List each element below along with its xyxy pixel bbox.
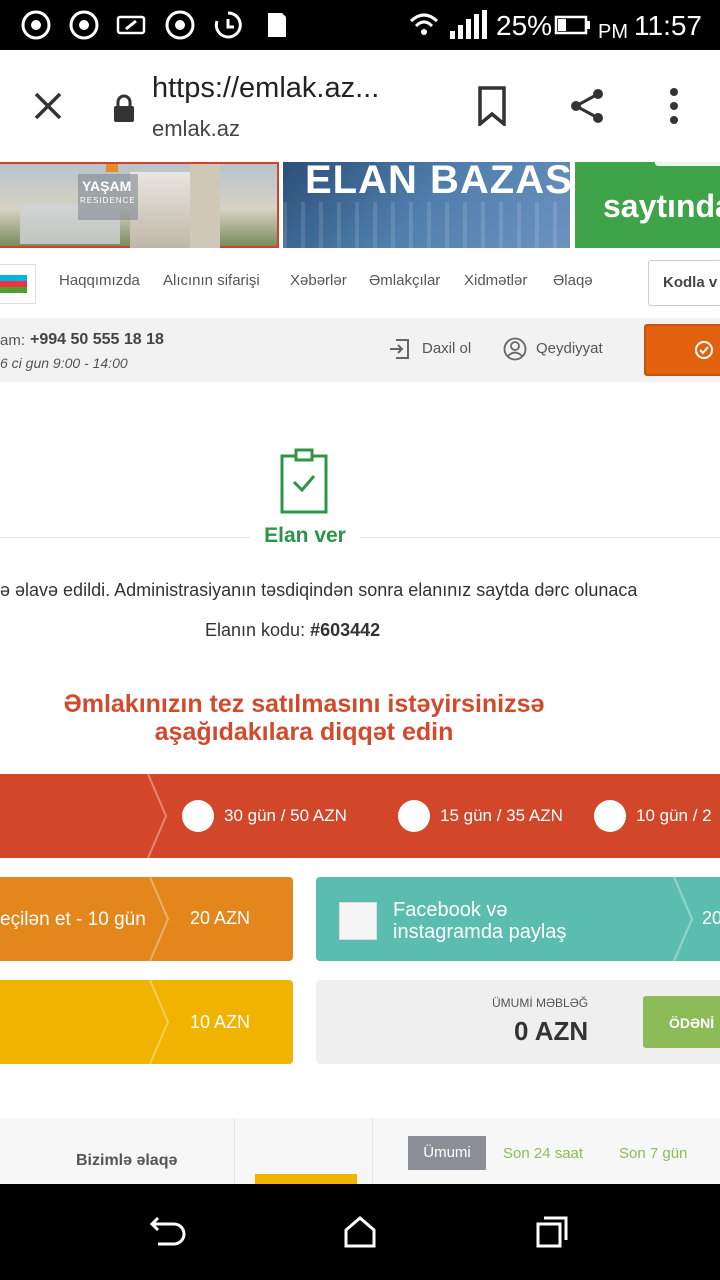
url-text[interactable]: https://emlak.az... <box>152 72 379 105</box>
menu-dots-icon[interactable] <box>664 86 684 126</box>
nav-buyer-order[interactable]: Alıcının sifarişi <box>163 272 260 289</box>
tab-general[interactable]: Ümumi <box>408 1136 486 1170</box>
promo-heading-line2: aşağıdakılara diqqət edin <box>154 718 454 746</box>
status-bar: 25% PM 11:57 <box>0 0 720 50</box>
banner-title: ELAN BAZASI <box>305 162 585 202</box>
info-bar: am: +994 50 555 18 18 6 ci gun 9:00 - 14… <box>0 318 720 382</box>
total-label: ÜMUMİ MƏBLƏĞ <box>492 996 589 1010</box>
vip-option-10-radio[interactable] <box>594 800 626 832</box>
clock-ampm: PM <box>598 21 628 43</box>
chevron-divider <box>149 980 170 1064</box>
banner-strip: YAŞAM RESIDENCE ELAN BAZASI saytında <box>0 162 720 250</box>
pay-button[interactable]: ÖDƏNİ <box>643 996 720 1048</box>
banner-elan-bazasi[interactable]: ELAN BAZASI <box>283 162 584 248</box>
banner-brand: YAŞAM <box>82 178 132 194</box>
footer-yellow-box <box>255 1174 357 1184</box>
chrome-icon <box>165 10 195 40</box>
lock-icon <box>114 94 134 122</box>
domain-text: emlak.az <box>152 116 241 141</box>
nav-services[interactable]: Xidmətlər <box>464 272 527 289</box>
footer: Bizimlə əlaqə Ümumi Son 24 saat Son 7 gü… <box>0 1118 720 1184</box>
footer-divider <box>372 1118 373 1184</box>
home-icon[interactable] <box>342 1214 378 1250</box>
social-price: 20 <box>702 908 720 928</box>
clock-time: 11:57 <box>634 10 702 41</box>
chevron-divider <box>149 877 170 961</box>
featured-label: eçilən et - 10 gün <box>0 909 146 930</box>
vip-band: 30 gün / 50 AZN 15 gün / 35 AZN 10 gün /… <box>0 774 720 858</box>
pay-button-label: ÖDƏNİ <box>669 1015 715 1031</box>
banner-green-text: saytında <box>603 188 720 224</box>
total-value: 0 AZN <box>514 1016 589 1046</box>
code-search-input[interactable]: Kodla v <box>648 260 720 306</box>
vip-option-30[interactable]: 30 gün / 50 AZN <box>224 806 347 826</box>
code-search-placeholder: Kodla v <box>663 274 718 291</box>
bookmark-icon[interactable] <box>476 86 508 126</box>
total-box: ÜMUMİ MƏBLƏĞ 0 AZN ÖDƏNİ <box>316 980 720 1064</box>
back-icon[interactable] <box>148 1214 188 1250</box>
clipboard-check-icon <box>280 448 328 514</box>
sd-card-icon <box>268 13 286 37</box>
chrome-icon <box>69 10 99 40</box>
success-message: ə əlavə edildi. Administrasiyanın təsdiq… <box>0 580 638 600</box>
vip-option-15[interactable]: 15 gün / 35 AZN <box>440 806 563 826</box>
language-switch[interactable] <box>0 264 36 304</box>
social-label-line1: Facebook və <box>393 899 508 921</box>
phone-number[interactable]: +994 50 555 18 18 <box>30 331 164 349</box>
nav-news[interactable]: Xəbərlər <box>290 272 347 289</box>
yellow-band[interactable]: 10 AZN <box>0 980 293 1064</box>
system-nav-bar <box>0 1184 720 1280</box>
social-label-line2: instagramda paylaş <box>393 921 567 943</box>
tab-general-label: Ümumi <box>423 1144 471 1161</box>
social-checkbox[interactable] <box>339 902 377 940</box>
login-link[interactable]: Daxil ol <box>422 340 471 357</box>
signal-icon <box>450 10 487 39</box>
share-icon[interactable] <box>568 86 608 126</box>
wifi-icon <box>409 13 439 35</box>
working-hours: 6 ci gun 9:00 - 14:00 <box>0 355 128 371</box>
vip-option-15-radio[interactable] <box>398 800 430 832</box>
vip-option-10[interactable]: 10 gün / 2 <box>636 806 712 826</box>
success-title: Elan ver <box>264 524 346 547</box>
user-icon <box>503 337 527 361</box>
contact-title: Bizimlə əlaqə <box>76 1152 178 1169</box>
banner-green[interactable]: saytında <box>575 162 720 248</box>
chrome-icon <box>21 10 51 40</box>
ad-code-label: Elanın kodu: <box>205 620 306 640</box>
nav-contact[interactable]: Əlaqə <box>553 272 593 289</box>
sync-icon <box>214 11 242 39</box>
chevron-divider <box>673 877 694 961</box>
ad-code-row: Elanın kodu: #603442 <box>205 620 380 641</box>
banner-brand-sub: RESIDENCE <box>80 196 136 205</box>
phone-prefix: am: <box>0 332 26 349</box>
tab-last-7d[interactable]: Son 7 gün <box>619 1145 687 1162</box>
ad-code-value: #603442 <box>310 620 381 640</box>
nav-about[interactable]: Haqqımızda <box>59 272 140 289</box>
chevron-divider <box>147 774 168 858</box>
divider-left <box>0 537 250 538</box>
post-ad-button[interactable] <box>644 324 720 376</box>
check-circle-icon <box>695 341 713 359</box>
nav-agents[interactable]: Əmlakçılar <box>369 272 440 289</box>
featured-band[interactable]: eçilən et - 10 gün 20 AZN <box>0 877 293 961</box>
vip-option-30-radio[interactable] <box>182 800 214 832</box>
social-band[interactable]: Facebook və instagramda paylaş 20 <box>316 877 720 961</box>
register-link[interactable]: Qeydiyyat <box>536 340 603 357</box>
banner-yasam-residence[interactable]: YAŞAM RESIDENCE <box>0 162 279 248</box>
battery-saver-icon <box>116 15 146 35</box>
footer-divider <box>234 1118 235 1184</box>
featured-price: 20 AZN <box>190 908 251 928</box>
recent-apps-icon[interactable] <box>534 1214 570 1250</box>
tab-last-24h[interactable]: Son 24 saat <box>503 1145 583 1162</box>
close-icon[interactable] <box>30 88 66 124</box>
browser-toolbar: https://emlak.az... emlak.az <box>0 50 720 162</box>
battery-icon <box>554 15 590 35</box>
main-nav: Haqqımızda Alıcının sifarişi Xəbərlər Əm… <box>0 252 720 318</box>
yellow-price: 10 AZN <box>190 1012 251 1032</box>
login-icon <box>390 339 409 359</box>
promo-heading-line1: Əmlakınızın tez satılmasını istəyirsiniz… <box>63 690 545 718</box>
battery-percent: 25% <box>496 10 553 41</box>
divider-right <box>360 537 720 538</box>
